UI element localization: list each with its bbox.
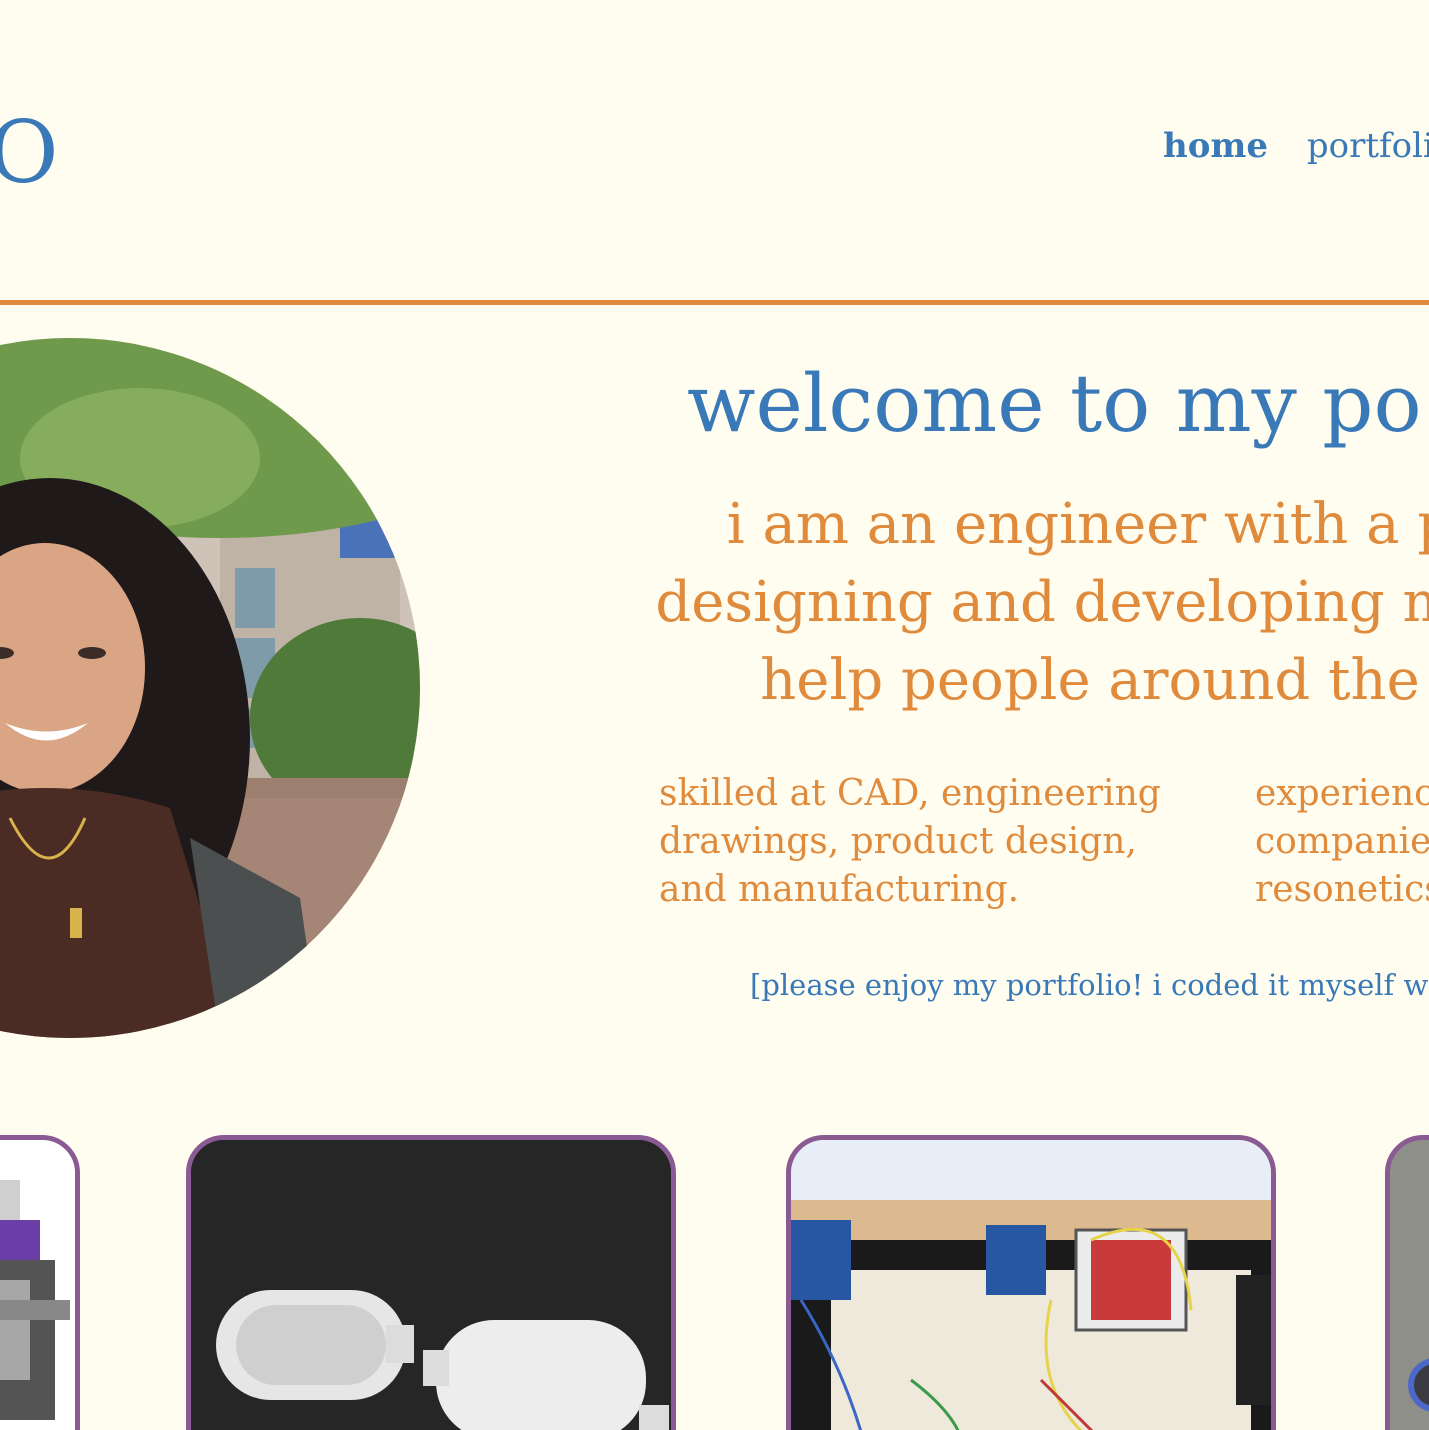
enclosure-render-image xyxy=(191,1140,671,1430)
logo-text: O xyxy=(0,103,59,203)
header-divider xyxy=(0,300,1429,305)
experience-line-1: experienc xyxy=(1255,773,1429,814)
hero-tagline: i am an engineer with a p designing and … xyxy=(560,486,1429,720)
cad-assembly-image xyxy=(0,1140,75,1430)
site-logo[interactable]: O xyxy=(0,110,59,196)
project-card-xbee[interactable] xyxy=(786,1135,1276,1430)
skills-text: skilled at CAD, engineering drawings, pr… xyxy=(659,773,1161,910)
tagline-line-3: help people around the xyxy=(760,648,1420,713)
page: O home portfolio xyxy=(0,0,1429,1430)
project-card-enclosure[interactable] xyxy=(186,1135,676,1430)
main-nav: home portfolio xyxy=(1163,126,1429,166)
xbee-breadboard-image xyxy=(791,1140,1271,1430)
profile-photo xyxy=(0,338,420,1038)
experience-line-2: companie xyxy=(1255,821,1429,862)
tagline-line-2: designing and developing med xyxy=(655,570,1429,635)
tagline-line-1: i am an engineer with a p xyxy=(726,492,1429,557)
experience-text: experienc companie resonetics xyxy=(1255,770,1429,914)
hero-headline: welcome to my po xyxy=(687,357,1422,450)
nav-home-link[interactable]: home xyxy=(1163,126,1268,166)
device-photo-image xyxy=(1390,1140,1429,1430)
nav-portfolio-link[interactable]: portfolio xyxy=(1307,126,1429,166)
project-card-cad[interactable] xyxy=(0,1135,80,1430)
portfolio-note: [please enjoy my portfolio! i coded it m… xyxy=(750,968,1429,1002)
experience-line-3: resonetics xyxy=(1255,869,1429,910)
project-card-device[interactable] xyxy=(1385,1135,1429,1430)
